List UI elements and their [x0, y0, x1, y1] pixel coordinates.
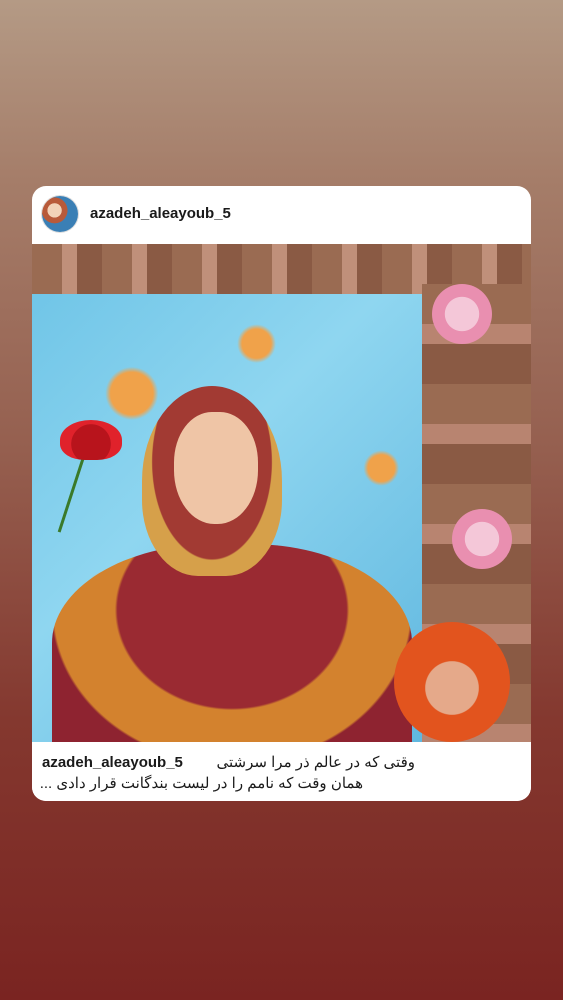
puppet	[394, 622, 510, 742]
shared-post-card[interactable]: azadeh_aleayoub_5 azadeh_aleayoub_5 وقتی…	[32, 186, 531, 801]
avatar[interactable]	[42, 196, 78, 232]
post-header: azadeh_aleayoub_5	[32, 186, 531, 244]
caption-text-line-2: همان وقت که نامم را در لیست بندگانت قرار…	[39, 775, 363, 792]
rose-flower	[60, 420, 122, 460]
post-username[interactable]: azadeh_aleayoub_5	[90, 205, 231, 222]
post-photo[interactable]	[32, 244, 531, 742]
post-caption: azadeh_aleayoub_5 وقتی که در عالم ذر مرا…	[32, 742, 531, 801]
face	[174, 412, 258, 524]
caption-text-line-1: وقتی که در عالم ذر مرا سرشتی	[216, 754, 415, 771]
rose-stem	[57, 455, 86, 533]
flower-motif	[432, 284, 492, 344]
flower-motif	[452, 509, 512, 569]
caption-username[interactable]: azadeh_aleayoub_5	[42, 754, 183, 771]
